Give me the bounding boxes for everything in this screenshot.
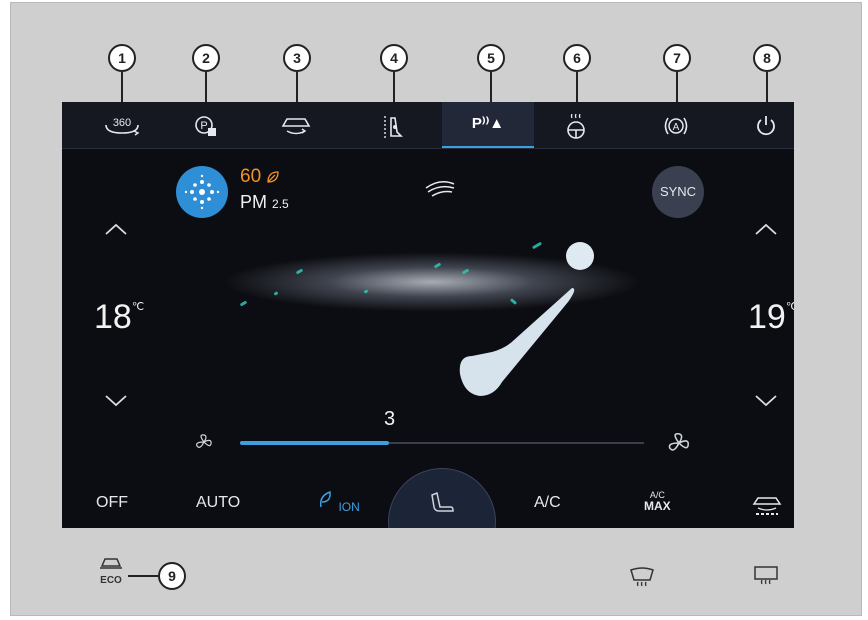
climate-screen: 360 P P⁾⁾▲ A 60 PM 2.5 SYNC 18℃ 19℃ 3 OF… [62, 102, 794, 528]
pm-text: PM [240, 192, 267, 212]
callout-7: 7 [663, 44, 691, 72]
eco-button[interactable]: ECO [94, 556, 128, 590]
leader-9 [128, 575, 158, 577]
park-assist-label: P⁾⁾▲ [471, 115, 505, 132]
callout-3: 3 [283, 44, 311, 72]
recirculation-icon [752, 497, 782, 515]
ion-icon [319, 490, 331, 508]
left-temp-up-button[interactable] [104, 222, 128, 236]
aqi-number: 60 [240, 166, 262, 187]
top-function-bar: 360 P P⁾⁾▲ A [62, 102, 794, 149]
ac-max-bottom: MAX [644, 499, 671, 513]
air-purifier-button[interactable] [176, 166, 228, 218]
left-temp: 18℃ [94, 298, 144, 337]
right-temp-value: 19 [748, 298, 786, 336]
airflow-mode-icon[interactable] [424, 178, 458, 200]
leader-4 [393, 72, 395, 102]
pm-label: PM 2.5 [240, 192, 289, 213]
leader-1 [121, 72, 123, 102]
leader-3 [296, 72, 298, 102]
callout-6: 6 [563, 44, 591, 72]
leader-2 [205, 72, 207, 102]
callout-2: 2 [192, 44, 220, 72]
off-button[interactable]: OFF [96, 494, 128, 512]
tab-auto-hold[interactable]: A [636, 102, 716, 148]
callout-4: 4 [380, 44, 408, 72]
callout-1: 1 [108, 44, 136, 72]
auto-hold-icon: A [664, 117, 688, 135]
ion-label: ION [338, 500, 360, 514]
seat-button[interactable] [388, 468, 496, 528]
callout-9: 9 [158, 562, 186, 590]
front-defrost-button[interactable] [628, 566, 656, 588]
callout-8: 8 [753, 44, 781, 72]
right-temp-down-button[interactable] [754, 394, 778, 408]
seat-heat-icon [384, 116, 403, 138]
ac-button[interactable]: A/C [534, 494, 561, 512]
leader-5 [490, 72, 492, 102]
tab-power[interactable] [726, 102, 794, 148]
recirculation-icon [281, 118, 311, 135]
svg-text:A: A [673, 122, 680, 133]
pm-sub: 2.5 [272, 197, 289, 211]
right-temp-unit: ℃ [785, 301, 794, 313]
tab-360-camera[interactable]: 360 [82, 102, 162, 148]
auto-button[interactable]: AUTO [196, 494, 240, 512]
right-temp: 19℃ [748, 298, 794, 337]
360-label: 360 [113, 117, 131, 129]
tab-auto-park[interactable]: P [165, 102, 245, 148]
eco-label: ECO [100, 575, 122, 586]
svg-text:P: P [200, 120, 207, 132]
tab-recirculation[interactable] [256, 102, 336, 148]
fan-high-icon[interactable] [666, 430, 692, 456]
fan-low-icon[interactable] [194, 432, 214, 452]
fan-speed-slider[interactable] [240, 441, 644, 445]
sync-button[interactable]: SYNC [652, 166, 704, 218]
steering-wheel-heat-icon [567, 113, 585, 139]
tab-park-assist[interactable]: P⁾⁾▲ [442, 102, 534, 148]
left-temp-unit: ℃ [131, 301, 145, 313]
power-icon [757, 116, 775, 136]
auto-park-icon: P [195, 116, 216, 136]
rear-defrost-button[interactable] [752, 564, 780, 586]
left-temp-down-button[interactable] [104, 394, 128, 408]
left-temp-value: 18 [94, 298, 132, 336]
fan-speed-fill [240, 441, 390, 445]
seat-icon [431, 491, 454, 512]
tab-seat-heat[interactable] [353, 102, 433, 148]
occupant-figure [459, 242, 594, 396]
leaf-icon [267, 171, 280, 183]
leader-6 [576, 72, 578, 102]
fan-speed-value: 3 [384, 408, 396, 430]
callout-5: 5 [477, 44, 505, 72]
air-quality-value: 60 [240, 166, 280, 188]
leader-8 [766, 72, 768, 102]
eco-icon [100, 558, 122, 569]
ion-button[interactable]: ION [318, 490, 360, 514]
ac-max-button[interactable]: A/C MAX [644, 490, 671, 512]
tab-steering-heat[interactable] [536, 102, 616, 148]
purifier-icon [184, 174, 220, 210]
rear-climate-button[interactable] [750, 494, 784, 523]
360-camera-icon: 360 [105, 117, 140, 136]
leader-7 [676, 72, 678, 102]
right-temp-up-button[interactable] [754, 222, 778, 236]
